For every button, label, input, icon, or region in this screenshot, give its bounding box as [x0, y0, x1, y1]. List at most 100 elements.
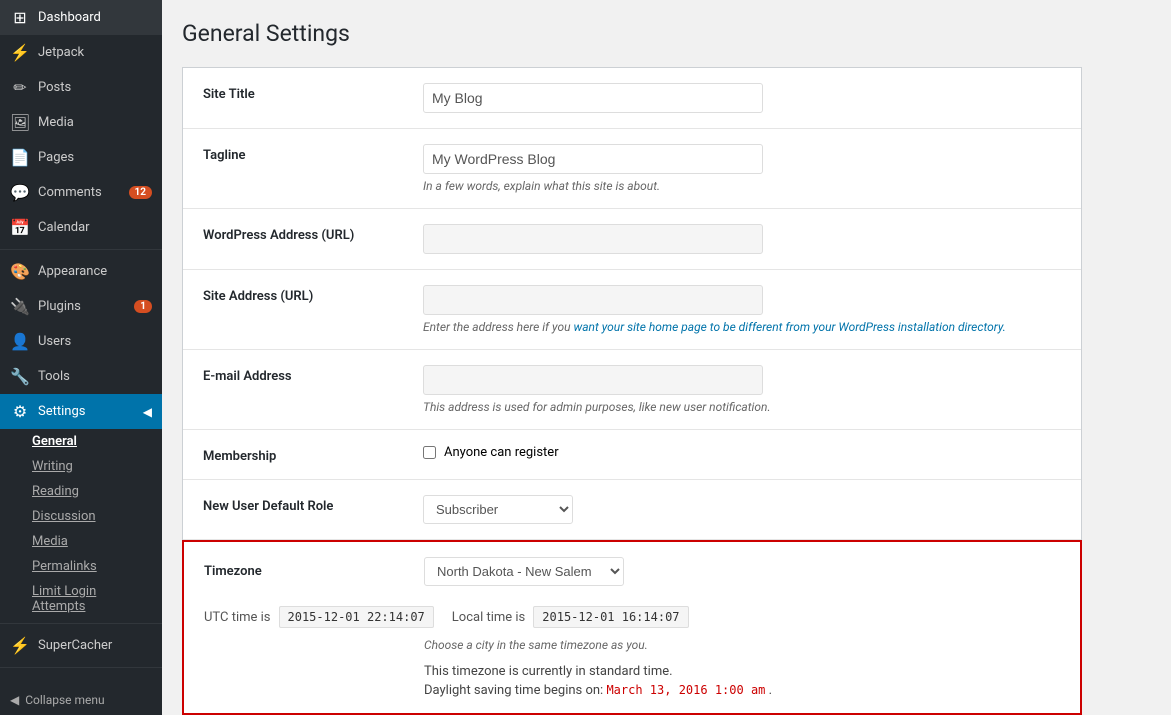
- site-address-label: Site Address (URL): [203, 285, 403, 304]
- collapse-menu-button[interactable]: ◀ Collapse menu: [0, 685, 162, 715]
- sidebar-item-label: Dashboard: [38, 10, 101, 25]
- membership-checkbox-row: Anyone can register: [423, 445, 1061, 460]
- calendar-icon: 📅: [10, 218, 30, 237]
- tagline-label: Tagline: [203, 144, 403, 163]
- sidebar: ⊞ Dashboard ⚡ Jetpack ✏ Posts 🖼 Media 📄 …: [0, 0, 162, 715]
- sidebar-item-label: Plugins: [38, 299, 81, 314]
- timezone-top: Timezone North Dakota - New Salem UTC ti…: [204, 557, 1060, 628]
- media-icon: 🖼: [10, 113, 30, 132]
- sidebar-item-label: Posts: [38, 80, 71, 95]
- collapse-label: Collapse menu: [25, 693, 104, 707]
- comments-badge: 12: [129, 186, 152, 199]
- dst-label: Daylight saving time begins on:: [424, 683, 603, 698]
- sidebar-sub-item-writing[interactable]: Writing: [0, 454, 162, 479]
- site-title-control: [423, 83, 1061, 113]
- appearance-icon: 🎨: [10, 262, 30, 281]
- tagline-input[interactable]: [423, 144, 763, 174]
- site-address-link[interactable]: want your site home page to be different…: [573, 320, 1005, 334]
- sidebar-divider-1: [0, 249, 162, 250]
- plugins-icon: 🔌: [10, 297, 30, 316]
- settings-arrow-icon: ◀: [143, 405, 152, 419]
- timezone-std-msg: This timezone is currently in standard t…: [424, 664, 1060, 679]
- utc-label: UTC time is: [204, 610, 271, 625]
- anyone-can-register-label[interactable]: Anyone can register: [444, 445, 559, 460]
- local-time-badge: 2015-12-01 16:14:07: [533, 606, 688, 628]
- main-content: General Settings Site Title Tagline In a…: [162, 0, 1171, 715]
- settings-icon: ⚙: [10, 402, 30, 421]
- timezone-desc: Choose a city in the same timezone as yo…: [204, 638, 1060, 652]
- sidebar-item-label: Media: [38, 115, 74, 130]
- site-title-input[interactable]: [423, 83, 763, 113]
- timezone-dst-row: Daylight saving time begins on: March 13…: [424, 683, 1060, 698]
- email-desc: This address is used for admin purposes,…: [423, 400, 1061, 414]
- sidebar-item-appearance[interactable]: 🎨 Appearance: [0, 254, 162, 289]
- sidebar-item-calendar[interactable]: 📅 Calendar: [0, 210, 162, 245]
- sidebar-item-label: SuperCacher: [38, 638, 112, 653]
- sidebar-divider-3: [0, 667, 162, 668]
- dst-date: March 13, 2016 1:00 am: [606, 683, 765, 697]
- sidebar-item-users[interactable]: 👤 Users: [0, 324, 162, 359]
- email-input[interactable]: [423, 365, 763, 395]
- sidebar-item-supercacher[interactable]: ⚡ SuperCacher: [0, 628, 162, 663]
- site-title-label: Site Title: [203, 83, 403, 102]
- sidebar-item-dashboard[interactable]: ⊞ Dashboard: [0, 0, 162, 35]
- tagline-row: Tagline In a few words, explain what thi…: [183, 129, 1081, 209]
- sidebar-sub-item-media[interactable]: Media: [0, 529, 162, 554]
- email-row: E-mail Address This address is used for …: [183, 350, 1081, 430]
- supercacher-icon: ⚡: [10, 636, 30, 655]
- sidebar-item-label: Comments: [38, 185, 102, 200]
- email-control: This address is used for admin purposes,…: [423, 365, 1061, 414]
- wp-address-row: WordPress Address (URL): [183, 209, 1081, 270]
- sidebar-item-media[interactable]: 🖼 Media: [0, 105, 162, 140]
- email-label: E-mail Address: [203, 365, 403, 384]
- jetpack-icon: ⚡: [10, 43, 30, 62]
- tagline-control: In a few words, explain what this site i…: [423, 144, 1061, 193]
- plugins-badge: 1: [134, 300, 152, 313]
- sidebar-item-label: Tools: [38, 369, 70, 384]
- sidebar-item-label: Users: [38, 334, 71, 349]
- site-address-desc-text: Enter the address here if you: [423, 320, 573, 334]
- sidebar-item-label: Jetpack: [38, 45, 84, 60]
- timezone-section: Timezone North Dakota - New Salem UTC ti…: [182, 540, 1082, 715]
- sidebar-item-label: Appearance: [38, 264, 107, 279]
- sidebar-item-settings[interactable]: ⚙ Settings ◀: [0, 394, 162, 429]
- sidebar-sub-item-general[interactable]: General: [0, 429, 162, 454]
- pages-icon: 📄: [10, 148, 30, 167]
- wp-address-control: [423, 224, 1061, 254]
- site-address-input[interactable]: [423, 285, 763, 315]
- sidebar-item-jetpack[interactable]: ⚡ Jetpack: [0, 35, 162, 70]
- comments-icon: 💬: [10, 183, 30, 202]
- sidebar-item-label: Pages: [38, 150, 74, 165]
- tools-icon: 🔧: [10, 367, 30, 386]
- local-label: Local time is: [452, 610, 525, 625]
- new-user-role-label: New User Default Role: [203, 495, 403, 514]
- membership-row: Membership Anyone can register: [183, 430, 1081, 480]
- timezone-select[interactable]: North Dakota - New Salem: [424, 557, 624, 586]
- sidebar-item-plugins[interactable]: 🔌 Plugins 1: [0, 289, 162, 324]
- anyone-can-register-checkbox[interactable]: [423, 446, 436, 459]
- timezone-utc-block: UTC time is 2015-12-01 22:14:07 Local ti…: [204, 606, 689, 628]
- tagline-desc: In a few words, explain what this site i…: [423, 179, 1061, 193]
- utc-time-badge: 2015-12-01 22:14:07: [279, 606, 434, 628]
- timezone-label: Timezone: [204, 564, 404, 579]
- sidebar-sub-item-limit-login[interactable]: Limit Login Attempts: [0, 579, 162, 619]
- site-address-control: Enter the address here if you want your …: [423, 285, 1061, 334]
- sidebar-item-tools[interactable]: 🔧 Tools: [0, 359, 162, 394]
- site-address-desc: Enter the address here if you want your …: [423, 320, 1061, 334]
- sidebar-divider-2: [0, 623, 162, 624]
- page-title: General Settings: [182, 20, 1151, 47]
- site-title-row: Site Title: [183, 68, 1081, 129]
- sidebar-sub-item-permalinks[interactable]: Permalinks: [0, 554, 162, 579]
- sidebar-sub-item-discussion[interactable]: Discussion: [0, 504, 162, 529]
- dashboard-icon: ⊞: [10, 8, 30, 27]
- dst-suffix: .: [769, 683, 772, 698]
- sidebar-item-posts[interactable]: ✏ Posts: [0, 70, 162, 105]
- wp-address-label: WordPress Address (URL): [203, 224, 403, 243]
- new-user-role-control: Subscriber Contributor Author Editor Adm…: [423, 495, 1061, 524]
- sidebar-item-pages[interactable]: 📄 Pages: [0, 140, 162, 175]
- sidebar-item-comments[interactable]: 💬 Comments 12: [0, 175, 162, 210]
- sidebar-sub-item-reading[interactable]: Reading: [0, 479, 162, 504]
- posts-icon: ✏: [10, 78, 30, 97]
- new-user-role-select[interactable]: Subscriber Contributor Author Editor Adm…: [423, 495, 573, 524]
- wp-address-input[interactable]: [423, 224, 763, 254]
